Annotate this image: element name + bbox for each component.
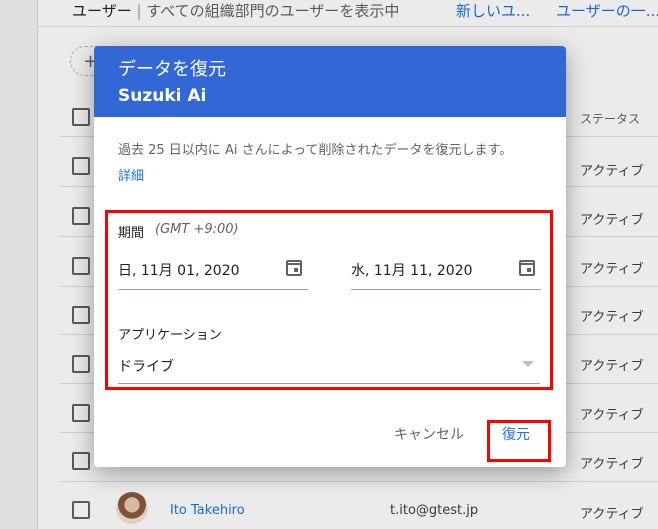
- start-date-picker[interactable]: 日, 11月 01, 2020: [118, 252, 308, 290]
- application-label: アプリケーション: [118, 328, 222, 343]
- application-select[interactable]: ドライブ: [118, 350, 540, 384]
- timezone-label: (GMT +9:00): [155, 222, 239, 237]
- details-link[interactable]: 詳細: [118, 165, 144, 184]
- restore-button[interactable]: 復元: [502, 424, 530, 444]
- start-date-value: 日, 11月 01, 2020: [118, 263, 240, 279]
- end-date-picker[interactable]: 水, 11月 11, 2020: [351, 252, 541, 290]
- dropdown-arrow-icon: [522, 361, 534, 367]
- dialog-title: データを復元: [118, 59, 226, 80]
- restore-data-dialog: データを復元 Suzuki Ai 過去 25 日以内に Ai さんによって削除さ…: [94, 46, 566, 467]
- calendar-icon[interactable]: [519, 260, 535, 276]
- period-label: 期間: [118, 226, 145, 241]
- dialog-header: データを復元 Suzuki Ai: [94, 46, 566, 117]
- cancel-button[interactable]: キャンセル: [394, 424, 464, 444]
- application-value: ドライブ: [118, 359, 174, 375]
- calendar-icon[interactable]: [286, 260, 302, 276]
- dialog-user-name: Suzuki Ai: [118, 86, 207, 106]
- dialog-description: 過去 25 日以内に Ai さんによって削除されたデータを復元します。: [118, 143, 513, 158]
- end-date-value: 水, 11月 11, 2020: [351, 263, 473, 279]
